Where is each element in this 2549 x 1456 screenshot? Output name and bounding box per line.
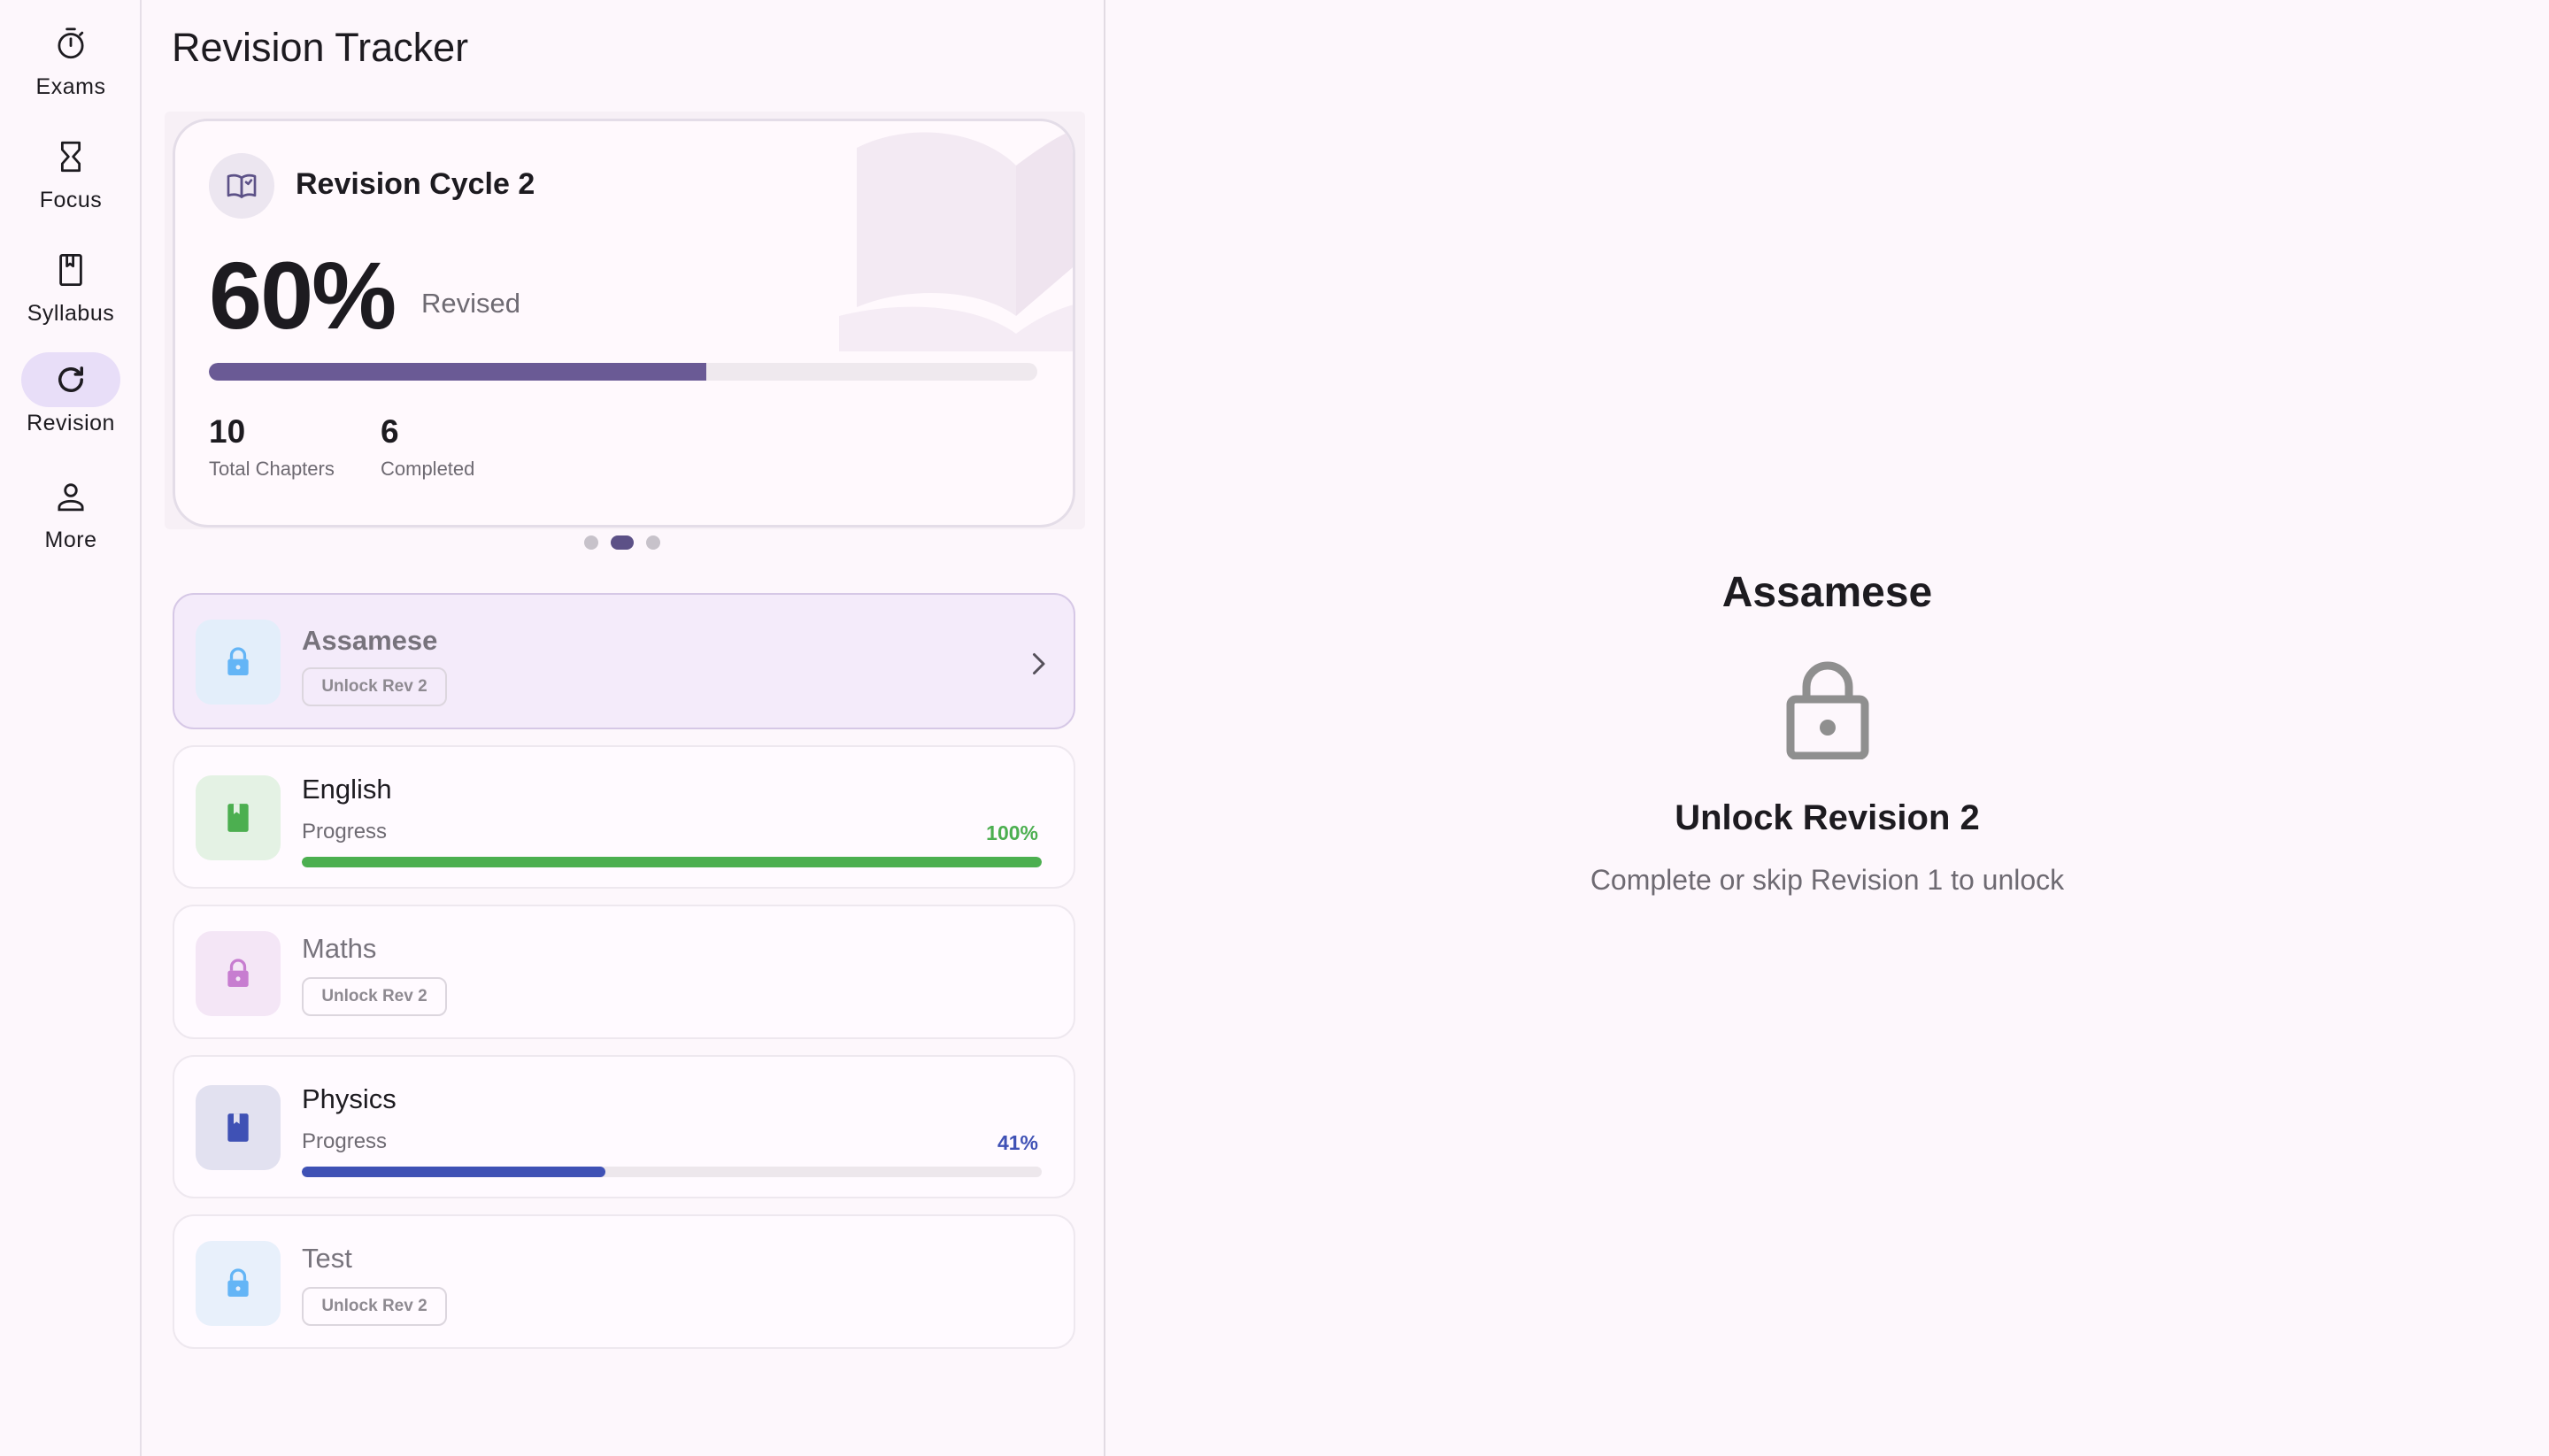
chevron-right-icon (1033, 653, 1045, 674)
nav-more[interactable]: More (0, 469, 142, 575)
revision-cycle-card[interactable]: Revision Cycle 2 60% Revised 10 Total Ch… (173, 119, 1075, 528)
revised-percent: 60% (209, 242, 397, 349)
nav-syllabus[interactable]: Syllabus (0, 243, 142, 349)
navigation-rail: Exams Focus Syllabus Revision More (0, 0, 142, 1456)
detail-heading: Unlock Revision 2 (1675, 798, 1980, 837)
page-title: Revision Tracker (172, 25, 469, 70)
carousel-dot[interactable] (646, 535, 660, 550)
subject-card-maths[interactable]: Maths Unlock Rev 2 (173, 905, 1075, 1039)
book-icon (21, 243, 120, 297)
detail-subject-title: Assamese (1721, 569, 1933, 616)
progress-label: Progress (302, 1129, 388, 1153)
carousel-dot[interactable] (584, 535, 598, 550)
completed-value: 6 (381, 413, 399, 450)
progress-bar-fill (302, 1167, 605, 1177)
nav-label: More (44, 528, 97, 552)
completed-label: Completed (381, 458, 475, 480)
book-icon (196, 1085, 281, 1170)
lock-icon (1786, 661, 1869, 759)
subject-card-english[interactable]: English Progress 100% (173, 745, 1075, 889)
subject-name: English (302, 774, 392, 805)
nav-label: Syllabus (27, 301, 115, 326)
person-icon (21, 469, 120, 524)
cycle-title: Revision Cycle 2 (296, 167, 535, 201)
nav-exams[interactable]: Exams (0, 16, 142, 122)
detail-message: Complete or skip Revision 1 to unlock (1590, 864, 2065, 896)
subject-card-physics[interactable]: Physics Progress 41% (173, 1055, 1075, 1198)
unlock-badge: Unlock Rev 2 (302, 977, 447, 1016)
unlock-badge: Unlock Rev 2 (302, 667, 447, 706)
lock-icon (196, 620, 281, 705)
subject-name: Test (302, 1243, 352, 1274)
timer-icon (21, 16, 120, 71)
cycle-progress-bar (209, 363, 1037, 381)
refresh-icon (21, 352, 120, 407)
total-chapters-stat: 10 Total Chapters (209, 413, 335, 481)
lock-icon (196, 1241, 281, 1326)
progress-label: Progress (302, 820, 388, 844)
subject-name: Maths (302, 933, 377, 964)
hourglass-icon (21, 129, 120, 184)
subject-name: Assamese (302, 625, 438, 656)
open-book-watermark-icon (839, 130, 1073, 351)
unlock-badge: Unlock Rev 2 (302, 1287, 447, 1326)
nav-label: Revision (27, 411, 115, 435)
progress-bar (302, 1167, 1042, 1177)
pane-divider (1104, 0, 1105, 1456)
progress-bar (302, 857, 1042, 867)
total-chapters-value: 10 (209, 413, 246, 450)
progress-percent: 100% (986, 821, 1038, 844)
carousel-dot-active[interactable] (611, 535, 634, 550)
nav-focus[interactable]: Focus (0, 129, 142, 235)
nav-revision[interactable]: Revision (0, 352, 142, 458)
carousel-indicator[interactable] (584, 535, 660, 550)
subject-card-assamese[interactable]: Assamese Unlock Rev 2 (173, 593, 1075, 729)
completed-stat: 6 Completed (381, 413, 474, 481)
progress-bar-fill (302, 857, 1042, 867)
book-icon (196, 775, 281, 860)
cycle-progress-fill (209, 363, 706, 381)
total-chapters-label: Total Chapters (209, 458, 335, 480)
revised-label: Revised (421, 288, 520, 319)
lock-icon (196, 931, 281, 1016)
progress-percent: 41% (997, 1131, 1038, 1154)
nav-label: Focus (39, 188, 103, 212)
menu-book-icon (209, 153, 274, 219)
nav-label: Exams (35, 74, 106, 99)
subject-card-test[interactable]: Test Unlock Rev 2 (173, 1214, 1075, 1349)
subject-name: Physics (302, 1083, 397, 1114)
